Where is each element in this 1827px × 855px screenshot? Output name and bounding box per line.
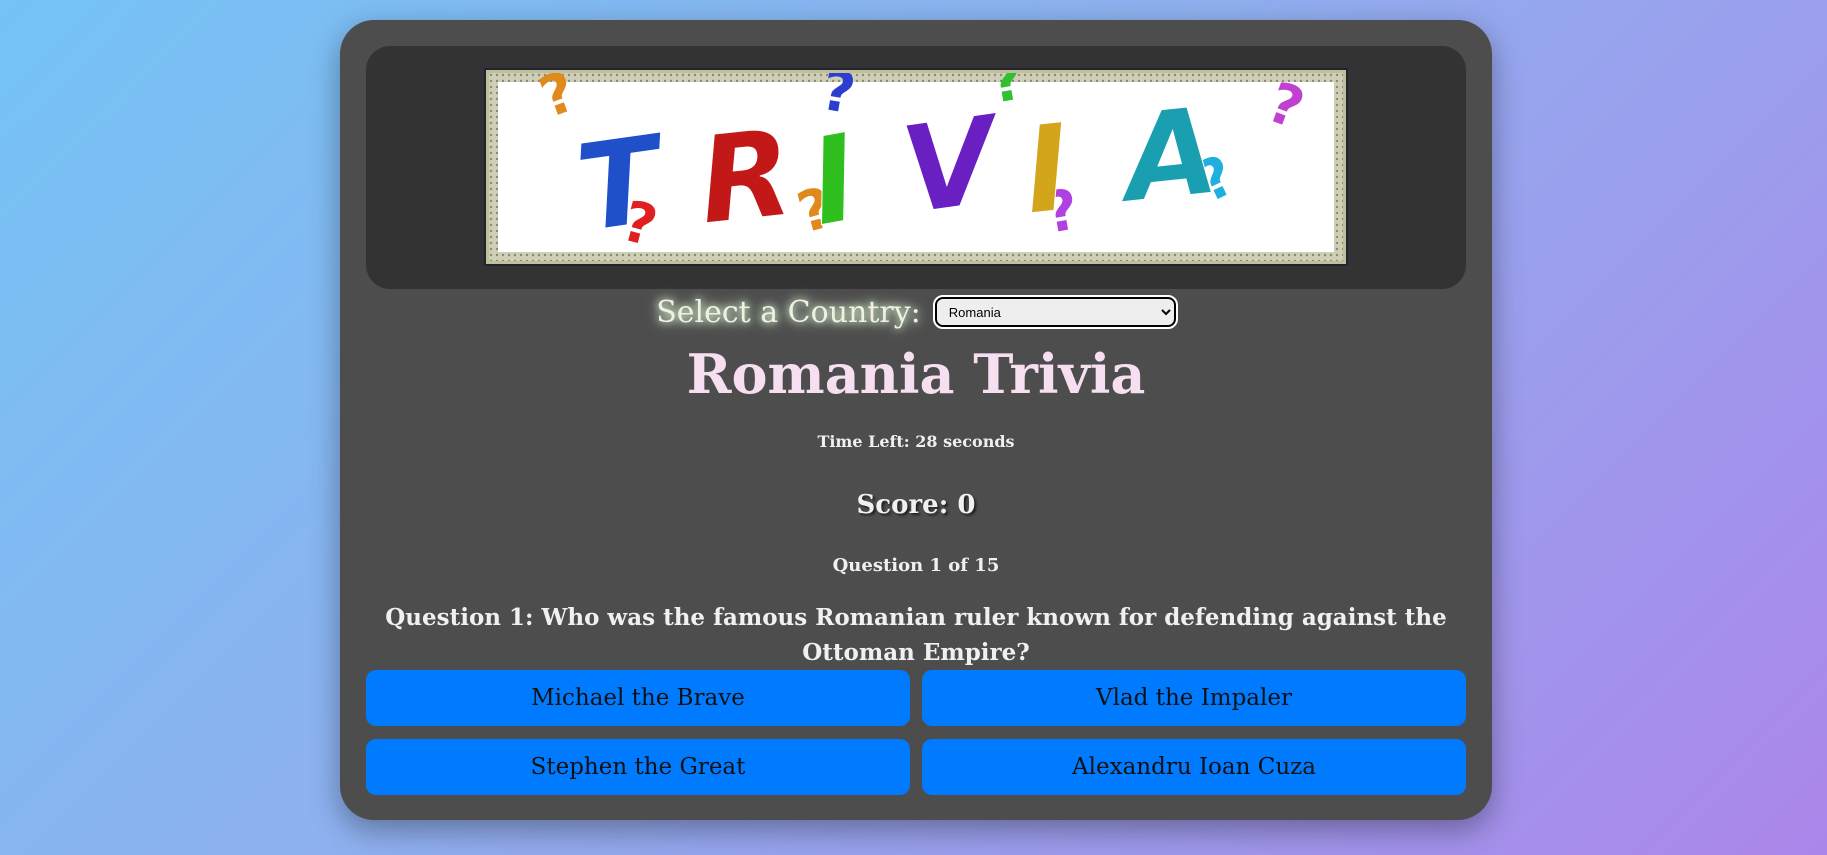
question-text: Question 1: Who was the famous Romanian …: [385, 604, 1447, 666]
trivia-banner-graphic: ???????? TRIVIA: [489, 73, 1343, 261]
banner-letter: R: [693, 104, 799, 252]
country-selector-row: Select a Country: Romania: [340, 292, 1492, 332]
answer-button-4[interactable]: Alexandru Ioan Cuza: [922, 739, 1466, 795]
score-text: Score: 0: [856, 490, 976, 520]
answer-grid: Michael the Brave Vlad the Impaler Steph…: [366, 670, 1466, 795]
question-counter: Question 1 of 15: [832, 555, 1000, 576]
country-select[interactable]: Romania: [932, 295, 1178, 329]
banner-panel: ???????? TRIVIA: [366, 46, 1466, 289]
country-label: Select a Country:: [656, 294, 921, 330]
answer-button-2[interactable]: Vlad the Impaler: [922, 670, 1466, 726]
page-title: Romania Trivia: [686, 342, 1146, 406]
time-left-text: Time Left: 28 seconds: [817, 432, 1015, 451]
answer-button-1[interactable]: Michael the Brave: [366, 670, 910, 726]
answer-button-3[interactable]: Stephen the Great: [366, 739, 910, 795]
trivia-banner-image: ???????? TRIVIA: [484, 68, 1348, 266]
trivia-card: ???????? TRIVIA Select a Country: Romani…: [340, 20, 1492, 820]
